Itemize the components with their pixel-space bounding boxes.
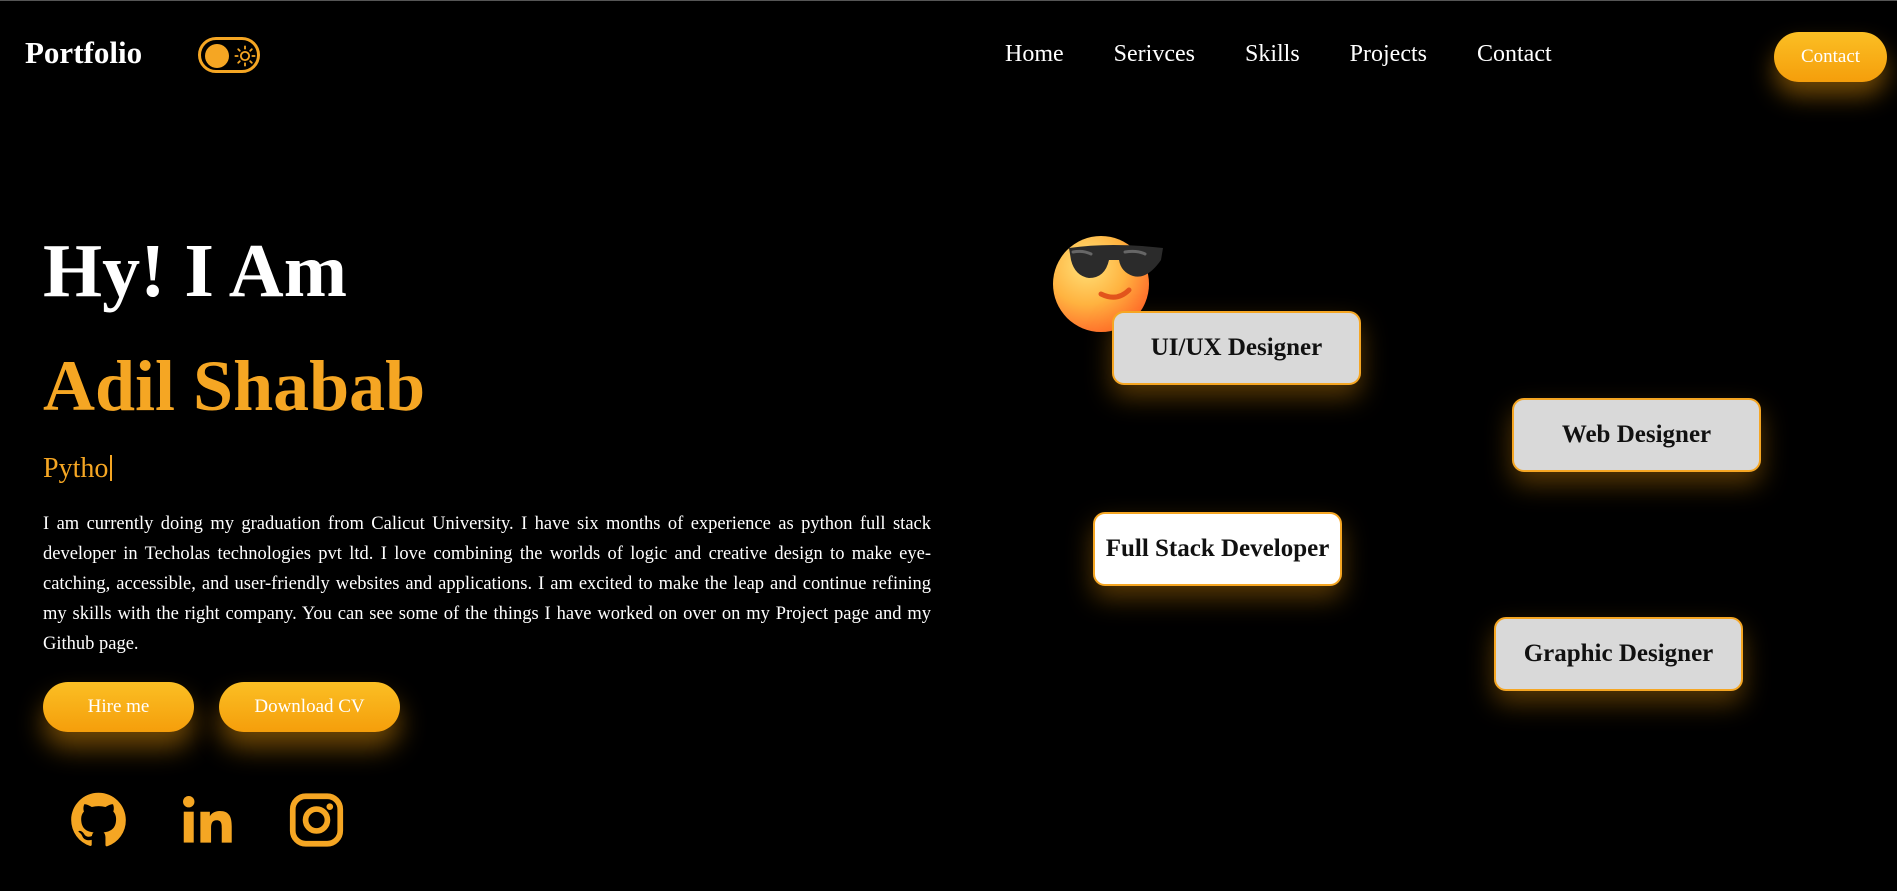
typing-caret — [110, 455, 113, 481]
main-nav: Home Serivces Skills Projects Contact — [1005, 41, 1602, 68]
toggle-knob — [205, 44, 229, 68]
sun-icon — [234, 45, 256, 67]
github-icon[interactable] — [70, 791, 127, 849]
hero-bio: I am currently doing my graduation from … — [43, 514, 931, 654]
nav-skills[interactable]: Skills — [1245, 41, 1300, 68]
social-links — [70, 791, 345, 849]
nav-services[interactable]: Serivces — [1114, 41, 1195, 68]
role-card-web: Web Designer — [1512, 398, 1761, 472]
hero-greeting: Hy! I Am — [43, 229, 347, 313]
linkedin-icon[interactable] — [179, 791, 236, 849]
hire-me-button[interactable]: Hire me — [43, 682, 194, 732]
theme-toggle[interactable] — [198, 37, 260, 73]
typed-text: Pytho — [43, 453, 109, 484]
download-cv-button[interactable]: Download CV — [219, 682, 400, 732]
contact-button[interactable]: Contact — [1774, 32, 1887, 82]
role-card-fullstack: Full Stack Developer — [1093, 512, 1342, 586]
role-card-graphic: Graphic Designer — [1494, 617, 1743, 691]
typed-role: Pytho — [43, 453, 113, 485]
instagram-icon[interactable] — [288, 791, 345, 849]
role-card-uiux: UI/UX Designer — [1112, 311, 1361, 385]
nav-contact[interactable]: Contact — [1477, 41, 1552, 68]
nav-home[interactable]: Home — [1005, 41, 1064, 68]
site-logo[interactable]: Portfolio — [25, 35, 142, 71]
nav-projects[interactable]: Projects — [1350, 41, 1427, 68]
hero-name: Adil Shabab — [43, 346, 426, 426]
